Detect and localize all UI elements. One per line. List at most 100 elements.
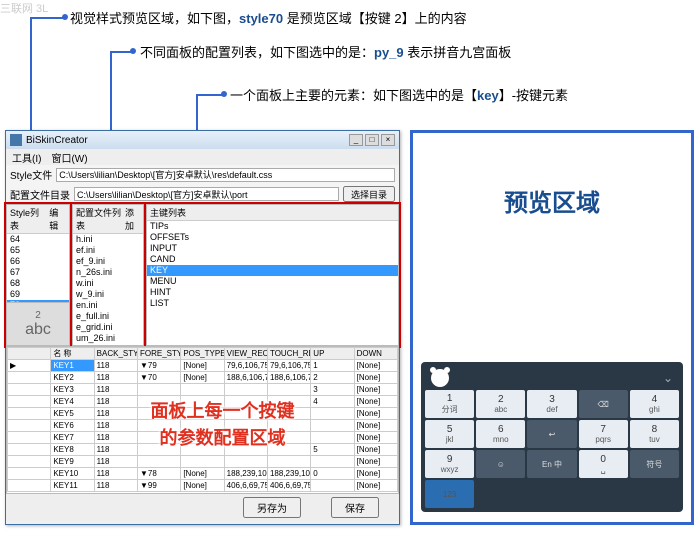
list-item[interactable]: e_grid.ini — [73, 322, 143, 333]
table-row[interactable]: ▶KEY1118▼79[None]79,6,106,7579,6,106,751… — [8, 360, 398, 372]
cell[interactable] — [8, 372, 51, 384]
config-file-header: 配置文件列表 — [76, 206, 121, 232]
cell[interactable]: [None] — [354, 480, 397, 492]
cell[interactable] — [8, 456, 51, 468]
cell[interactable] — [8, 432, 51, 444]
list-item[interactable]: um_26.ini — [73, 333, 143, 344]
cell[interactable] — [8, 420, 51, 432]
keyboard-key[interactable]: 符号 — [630, 450, 679, 478]
annotation-3: 一个面板上主要的元素：如下图选中的是【key】-按键元素 — [230, 85, 568, 104]
list-item[interactable]: 69 — [7, 289, 69, 300]
col-header[interactable]: VIEW_RECT — [224, 348, 267, 360]
col-header[interactable]: TOUCH_RECT — [267, 348, 310, 360]
preview-key-text: abc — [25, 321, 51, 339]
main-key-list[interactable]: TIPsOFFSETsINPUTCANDKEYMENUHINTLIST — [147, 221, 398, 309]
list-item[interactable]: h.ini — [73, 234, 143, 245]
list-item[interactable]: 67 — [7, 267, 69, 278]
list-item[interactable]: w_9.ini — [73, 289, 143, 300]
cell[interactable]: ▶ — [8, 360, 51, 372]
list-item[interactable]: OFFSETs — [147, 232, 398, 243]
col-header[interactable]: DOWN — [354, 348, 397, 360]
config-file-list[interactable]: h.inief.inief_9.inin_26s.iniw.iniw_9.ini… — [73, 234, 143, 346]
bear-icon[interactable] — [431, 369, 449, 387]
keyboard-key[interactable]: ⌫ — [579, 390, 628, 418]
style-list[interactable]: 64656667686970717273 — [7, 234, 69, 302]
cell[interactable] — [311, 480, 354, 492]
cell[interactable] — [8, 480, 51, 492]
cell[interactable]: 79,6,106,75 — [224, 360, 267, 372]
list-item[interactable]: HINT — [147, 287, 398, 298]
list-item[interactable]: INPUT — [147, 243, 398, 254]
keyboard-key[interactable]: 7pqrs — [579, 420, 628, 448]
col-header[interactable] — [8, 348, 51, 360]
cell[interactable]: [None] — [181, 480, 224, 492]
style-file-input[interactable] — [56, 168, 395, 182]
cell[interactable]: ▼79 — [137, 360, 180, 372]
save-button[interactable]: 保存 — [331, 497, 379, 518]
keyboard-key[interactable]: En 中 — [527, 450, 576, 478]
preview-panel: 预览区域 ⌄ 1分词2abc3def⌫4ghi5jkl6mno↩7pqrs8tu… — [410, 130, 694, 525]
cell[interactable]: KEY11 — [51, 480, 94, 492]
list-item[interactable]: 64 — [7, 234, 69, 245]
list-item[interactable]: 68 — [7, 278, 69, 289]
list-item[interactable]: e_full.ini — [73, 311, 143, 322]
list-item[interactable]: ef.ini — [73, 245, 143, 256]
keyboard-key[interactable]: 8tuv — [630, 420, 679, 448]
menu-window[interactable]: 窗口(W) — [51, 150, 87, 165]
browse-button[interactable]: 选择目录 — [343, 186, 395, 202]
list-item[interactable]: TIPs — [147, 221, 398, 232]
max-button[interactable]: □ — [365, 134, 379, 146]
list-item[interactable]: LIST — [147, 298, 398, 309]
cell[interactable]: [None] — [354, 360, 397, 372]
list-item[interactable]: CAND — [147, 254, 398, 265]
list-item[interactable]: KEY — [147, 265, 398, 276]
col-header[interactable]: POS_TYPE — [181, 348, 224, 360]
min-button[interactable]: _ — [349, 134, 363, 146]
list-item[interactable]: 65 — [7, 245, 69, 256]
style-edit-link[interactable]: 编辑 — [49, 206, 66, 232]
keyboard-key[interactable]: 1分词 — [425, 390, 474, 418]
list-item[interactable]: n_26s.ini — [73, 267, 143, 278]
cell[interactable]: 79,6,106,75 — [267, 360, 310, 372]
cell[interactable]: 1 — [311, 360, 354, 372]
save-as-button[interactable]: 另存为 — [243, 497, 301, 518]
cell[interactable]: KEY1 — [51, 360, 94, 372]
list-item[interactable]: ef_9.ini — [73, 256, 143, 267]
config-add-link[interactable]: 添加 — [125, 206, 140, 232]
list-item[interactable]: en.ini — [73, 300, 143, 311]
keyboard-key[interactable]: 3def — [527, 390, 576, 418]
keyboard-key[interactable]: 5jkl — [425, 420, 474, 448]
col-header[interactable]: FORE_STYLE — [137, 348, 180, 360]
cell[interactable]: ▼99 — [137, 480, 180, 492]
cell[interactable] — [8, 468, 51, 480]
keyboard-key[interactable]: 6mno — [476, 420, 525, 448]
keyboard-key[interactable]: ☺ — [476, 450, 525, 478]
cell[interactable] — [8, 396, 51, 408]
list-item[interactable]: w.ini — [73, 278, 143, 289]
cell[interactable] — [8, 444, 51, 456]
table-row[interactable]: KEY11118▼99[None]406,6,69,75406,6,69,75[… — [8, 480, 398, 492]
keyboard-key[interactable]: ↩ — [527, 420, 576, 448]
cell[interactable]: [None] — [181, 360, 224, 372]
close-button[interactable]: × — [381, 134, 395, 146]
keyboard-key[interactable]: 4ghi — [630, 390, 679, 418]
keyboard-key[interactable]: 9wxyz — [425, 450, 474, 478]
cell[interactable] — [8, 408, 51, 420]
main-key-panel: 主键列表 TIPsOFFSETsINPUTCANDKEYMENUHINTLIST — [146, 204, 399, 346]
keyboard-key[interactable]: 2abc — [476, 390, 525, 418]
cell[interactable] — [8, 384, 51, 396]
config-dir-input[interactable] — [74, 187, 339, 201]
col-header[interactable]: UP — [311, 348, 354, 360]
keyboard-key[interactable]: 123 — [425, 480, 474, 508]
menu-tools[interactable]: 工具(I) — [12, 150, 41, 165]
cell[interactable]: 118 — [94, 360, 137, 372]
cell[interactable]: 406,6,69,75 — [224, 480, 267, 492]
keyboard-close-icon[interactable]: ⌄ — [663, 371, 673, 385]
cell[interactable]: 118 — [94, 480, 137, 492]
list-item[interactable]: 66 — [7, 256, 69, 267]
col-header[interactable]: BACK_STYLE — [94, 348, 137, 360]
cell[interactable]: 406,6,69,75 — [267, 480, 310, 492]
col-header[interactable]: 名 称 — [51, 348, 94, 360]
list-item[interactable]: MENU — [147, 276, 398, 287]
keyboard-key[interactable]: 0␣ — [579, 450, 628, 478]
